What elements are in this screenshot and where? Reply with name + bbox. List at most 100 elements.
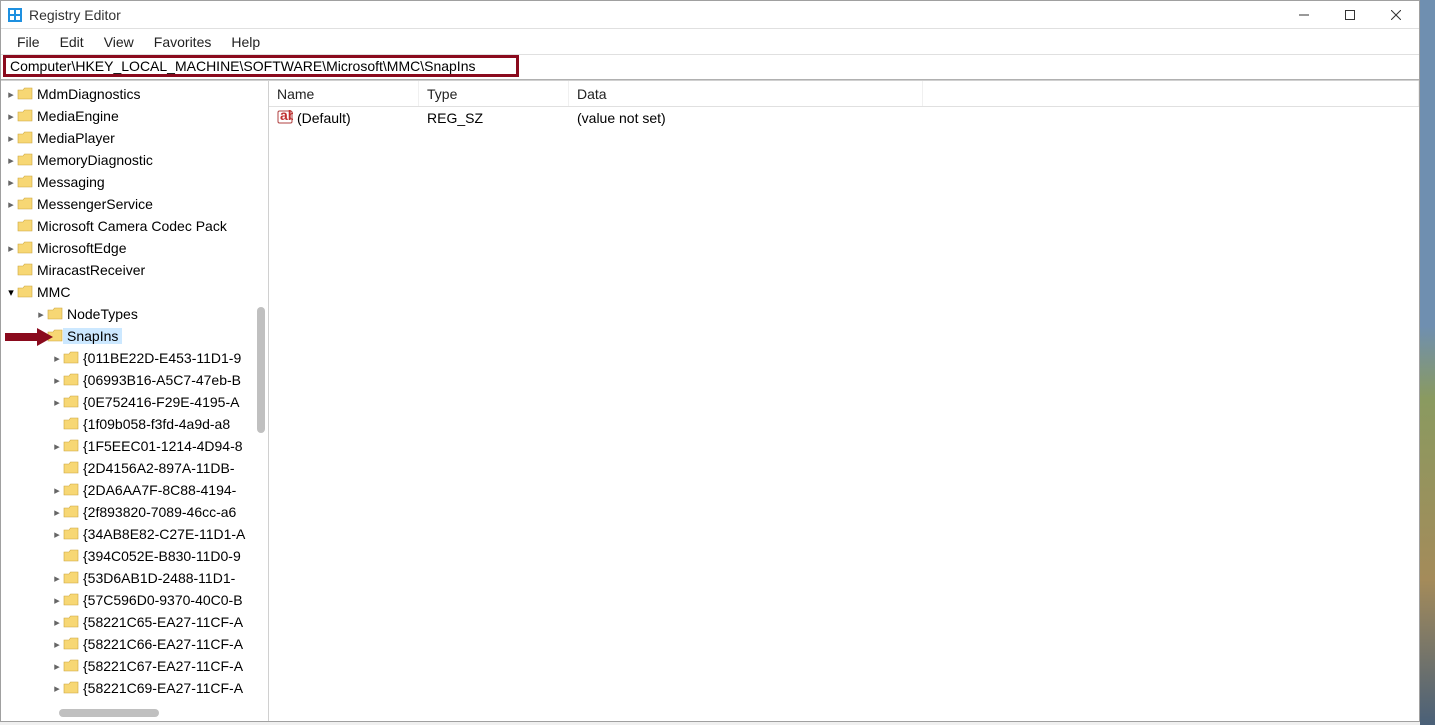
tree-item-label: {58221C66-EA27-11CF-A	[79, 636, 247, 652]
tree-item[interactable]: ▸{58221C67-EA27-11CF-A	[1, 655, 268, 677]
tree-item-label: {1F5EEC01-1214-4D94-8	[79, 438, 247, 454]
chevron-icon[interactable]: ▸	[51, 682, 63, 695]
folder-icon	[63, 395, 79, 409]
tree-item-label: {58221C69-EA27-11CF-A	[79, 680, 247, 696]
col-data[interactable]: Data	[569, 81, 923, 106]
tree-item[interactable]: ▸ {06993B16-A5C7-47eb-B	[1, 369, 268, 391]
folder-icon	[47, 307, 63, 321]
tree-item[interactable]: Microsoft Camera Codec Pack	[1, 215, 268, 237]
annotation-arrow-icon	[3, 326, 55, 348]
chevron-icon[interactable]: ▸	[5, 132, 17, 145]
folder-icon	[17, 219, 33, 233]
chevron-icon[interactable]: ▸	[5, 88, 17, 101]
tree-vscroll-thumb[interactable]	[257, 307, 265, 433]
tree-item[interactable]: ▸ {58221C69-EA27-11CF-A	[1, 677, 268, 699]
tree-item[interactable]: ▸ Messaging	[1, 171, 268, 193]
chevron-icon[interactable]: ▸	[51, 352, 63, 365]
tree-item[interactable]: ▸ {2f893820-7089-46cc-a6	[1, 501, 268, 523]
minimize-button[interactable]	[1281, 1, 1327, 28]
tree-item[interactable]: ▸ {53D6AB1D-2488-11D1-	[1, 567, 268, 589]
chevron-icon[interactable]: ▸	[51, 616, 63, 629]
chevron-icon[interactable]: ▸	[51, 374, 63, 387]
tree-item-label: {57C596D0-9370-40C0-B	[79, 592, 247, 608]
chevron-icon[interactable]: ▾	[5, 286, 17, 299]
tree-item-label: {58221C65-EA27-11CF-A	[79, 614, 247, 630]
chevron-icon[interactable]: ▸	[5, 242, 17, 255]
tree-item-label: {2f893820-7089-46cc-a6	[79, 504, 240, 520]
tree-item-label: Messaging	[33, 174, 109, 190]
tree-item-label: {0E752416-F29E-4195-A	[79, 394, 243, 410]
value-row[interactable]: ab(Default)REG_SZ(value not set)	[269, 107, 1419, 129]
chevron-icon[interactable]: ▸	[51, 660, 63, 673]
tree-item[interactable]: {1f09b058-f3fd-4a9d-a8	[1, 413, 268, 435]
addressbar-wrap	[1, 55, 1419, 77]
chevron-icon[interactable]: ▸	[35, 308, 47, 321]
values-header: Name Type Data	[269, 81, 1419, 107]
col-name[interactable]: Name	[269, 81, 419, 106]
close-button[interactable]	[1373, 1, 1419, 28]
value-name: (Default)	[297, 110, 351, 126]
tree-item[interactable]: ▸ {1F5EEC01-1214-4D94-8	[1, 435, 268, 457]
chevron-icon[interactable]: ▸	[51, 484, 63, 497]
chevron-icon[interactable]: ▸	[51, 440, 63, 453]
folder-icon	[17, 131, 33, 145]
menu-help[interactable]: Help	[221, 31, 270, 53]
tree-item[interactable]: ▸ {0E752416-F29E-4195-A	[1, 391, 268, 413]
address-input[interactable]	[3, 55, 519, 77]
folder-icon	[63, 351, 79, 365]
folder-icon	[63, 483, 79, 497]
chevron-icon[interactable]: ▸	[5, 154, 17, 167]
folder-icon	[17, 109, 33, 123]
tree-item[interactable]: ▸ MediaEngine	[1, 105, 268, 127]
chevron-icon[interactable]: ▸	[51, 638, 63, 651]
folder-icon	[63, 593, 79, 607]
folder-icon	[17, 241, 33, 255]
tree-item[interactable]: ▸ {57C596D0-9370-40C0-B	[1, 589, 268, 611]
tree-item-label: {34AB8E82-C27E-11D1-A	[79, 526, 249, 542]
tree-item[interactable]: ▾ MMC	[1, 281, 268, 303]
chevron-icon[interactable]: ▸	[51, 396, 63, 409]
tree-item[interactable]: ▸MediaPlayer	[1, 127, 268, 149]
menu-favorites[interactable]: Favorites	[144, 31, 222, 53]
tree-item-label: NodeTypes	[63, 306, 142, 322]
menu-file[interactable]: File	[7, 31, 50, 53]
folder-icon	[17, 87, 33, 101]
tree-item[interactable]: {2D4156A2-897A-11DB-	[1, 457, 268, 479]
tree-item[interactable]: {394C052E-B830-11D0-9	[1, 545, 268, 567]
col-type[interactable]: Type	[419, 81, 569, 106]
tree-item-label: {06993B16-A5C7-47eb-B	[79, 372, 245, 388]
chevron-icon[interactable]: ▸	[51, 528, 63, 541]
window-title: Registry Editor	[29, 7, 121, 23]
chevron-icon[interactable]: ▸	[51, 506, 63, 519]
tree-item[interactable]: ▸{2DA6AA7F-8C88-4194-	[1, 479, 268, 501]
tree-item-label: {53D6AB1D-2488-11D1-	[79, 570, 239, 586]
tree-item[interactable]: ▸ {011BE22D-E453-11D1-9	[1, 347, 268, 369]
tree-item[interactable]: ▸ {58221C66-EA27-11CF-A	[1, 633, 268, 655]
chevron-icon[interactable]: ▸	[5, 176, 17, 189]
chevron-icon[interactable]: ▸	[51, 594, 63, 607]
chevron-icon[interactable]: ▸	[5, 198, 17, 211]
tree-item-label: MediaEngine	[33, 108, 123, 124]
registry-tree[interactable]: ▸MdmDiagnostics▸MediaEngine▸MediaPlayer▸…	[1, 81, 268, 699]
tree-item-label: {2D4156A2-897A-11DB-	[79, 460, 239, 476]
tree-item[interactable]: ▸ MemoryDiagnostic	[1, 149, 268, 171]
tree-item[interactable]: ▸MicrosoftEdge	[1, 237, 268, 259]
tree-item[interactable]: ▸ NodeTypes	[1, 303, 268, 325]
menu-edit[interactable]: Edit	[50, 31, 94, 53]
tree-item-label: {011BE22D-E453-11D1-9	[79, 350, 245, 366]
tree-item[interactable]: ▸ {58221C65-EA27-11CF-A	[1, 611, 268, 633]
tree-item-label: {394C052E-B830-11D0-9	[79, 548, 245, 564]
chevron-icon[interactable]: ▸	[51, 572, 63, 585]
menubar: File Edit View Favorites Help	[1, 29, 1419, 55]
maximize-button[interactable]	[1327, 1, 1373, 28]
tree-item[interactable]: ▸MessengerService	[1, 193, 268, 215]
tree-hscroll-thumb[interactable]	[59, 709, 159, 717]
folder-icon	[63, 615, 79, 629]
tree-item[interactable]: ▸ {34AB8E82-C27E-11D1-A	[1, 523, 268, 545]
menu-view[interactable]: View	[94, 31, 144, 53]
tree-item[interactable]: ▸MdmDiagnostics	[1, 83, 268, 105]
tree-item-label: MMC	[33, 284, 74, 300]
chevron-icon[interactable]: ▸	[5, 110, 17, 123]
tree-item[interactable]: MiracastReceiver	[1, 259, 268, 281]
tree-item-label: MemoryDiagnostic	[33, 152, 157, 168]
